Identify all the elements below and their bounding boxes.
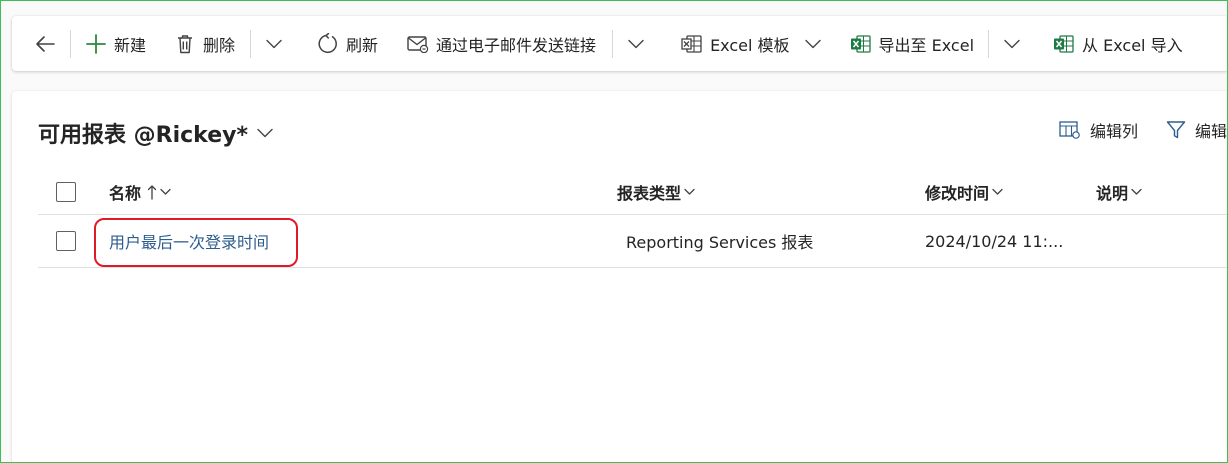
delete-label: 删除 <box>203 35 236 55</box>
modified-on-cell: 2024/10/24 11:... <box>925 215 1063 267</box>
chevron-down-icon <box>625 33 647 55</box>
refresh-button[interactable]: 刷新 <box>285 16 378 71</box>
annotation-highlight <box>94 218 298 267</box>
import-excel-button[interactable]: 从 Excel 导入 <box>1023 16 1183 71</box>
refresh-label: 刷新 <box>346 35 379 55</box>
column-header-name[interactable]: 名称 <box>109 169 171 214</box>
more-dropdown-button[interactable] <box>251 16 285 71</box>
chevron-down-icon <box>1131 188 1142 196</box>
column-header-description[interactable]: 说明 <box>1096 169 1142 214</box>
grid-header: 名称 报表类型 修改时间 说明 <box>38 169 1227 215</box>
chevron-down-icon <box>992 188 1003 196</box>
chevron-down-icon <box>254 122 276 144</box>
chevron-down-icon <box>802 33 824 55</box>
command-bar: 新建 删除 刷新 通过电子邮件发送链接 Excel 模板 导出至 Excel 从… <box>12 16 1227 71</box>
new-button[interactable]: 新建 <box>71 16 146 71</box>
select-all-checkbox[interactable] <box>56 169 76 214</box>
import-excel-label: 从 Excel 导入 <box>1082 35 1183 55</box>
grid-panel: 可用报表 @Rickey* 编辑列 编辑 名称 报表类型 修改时间 说明 用户最… <box>12 91 1227 462</box>
export-excel-button[interactable]: 导出至 Excel <box>824 16 974 71</box>
email-more-dropdown[interactable] <box>613 16 647 71</box>
report-type-value: Reporting Services 报表 <box>626 233 814 252</box>
row-checkbox[interactable] <box>56 215 76 267</box>
back-arrow-icon <box>34 33 56 55</box>
column-name-label: 名称 <box>109 183 142 203</box>
chevron-down-icon <box>1001 33 1023 55</box>
filter-icon <box>1166 120 1186 140</box>
filter-label: 编辑 <box>1195 122 1228 141</box>
excel-template-button[interactable]: Excel 模板 <box>647 16 823 71</box>
chevron-down-icon <box>684 188 695 196</box>
view-selector[interactable]: 可用报表 @Rickey* <box>38 117 276 149</box>
column-report-type-label: 报表类型 <box>617 183 682 203</box>
export-excel-label: 导出至 Excel <box>878 35 975 55</box>
excel-icon <box>850 33 872 55</box>
column-description-label: 说明 <box>1096 183 1129 203</box>
trash-icon <box>174 33 196 55</box>
column-header-modified-on[interactable]: 修改时间 <box>925 169 1003 214</box>
chevron-down-icon <box>160 188 171 196</box>
new-label: 新建 <box>114 35 147 55</box>
view-title: 可用报表 @Rickey* <box>38 123 248 148</box>
edit-columns-button[interactable]: 编辑列 <box>1059 118 1138 142</box>
excel-template-label: Excel 模板 <box>710 35 790 55</box>
delete-button[interactable]: 删除 <box>146 16 235 71</box>
email-link-label: 通过电子邮件发送链接 <box>436 35 597 55</box>
column-header-report-type[interactable]: 报表类型 <box>617 169 695 214</box>
excel-icon <box>1053 33 1075 55</box>
modified-on-value: 2024/10/24 11:... <box>925 231 1064 251</box>
chevron-down-icon <box>263 33 285 55</box>
filter-button[interactable]: 编辑 <box>1166 118 1227 142</box>
edit-columns-label: 编辑列 <box>1090 122 1139 141</box>
email-link-button[interactable]: 通过电子邮件发送链接 <box>378 16 596 71</box>
checkbox-box <box>56 231 76 251</box>
refresh-icon <box>317 32 339 55</box>
excel-template-icon <box>681 33 703 55</box>
report-type-cell: Reporting Services 报表 <box>626 215 813 267</box>
edit-columns-icon <box>1059 120 1081 140</box>
plus-icon <box>85 33 107 55</box>
app-frame: 新建 删除 刷新 通过电子邮件发送链接 Excel 模板 导出至 Excel 从… <box>0 0 1228 463</box>
back-button[interactable] <box>12 16 70 71</box>
column-modified-on-label: 修改时间 <box>925 183 990 203</box>
export-more-dropdown[interactable] <box>989 16 1023 71</box>
checkbox-box <box>56 181 76 202</box>
sort-ascending-icon <box>147 184 157 200</box>
email-link-icon <box>407 33 429 55</box>
